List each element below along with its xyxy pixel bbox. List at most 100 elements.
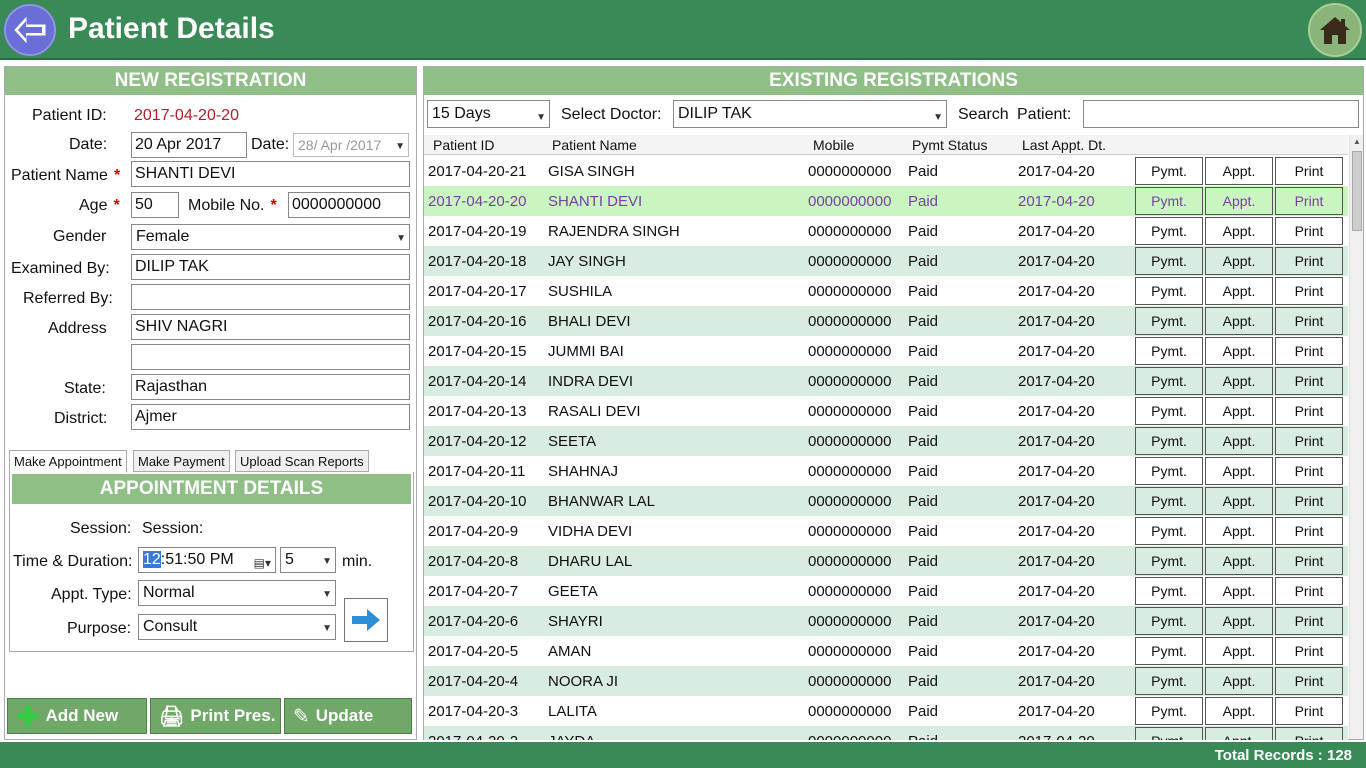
update-button[interactable]: ✎ Update xyxy=(284,698,412,734)
appt-button[interactable]: Appt. xyxy=(1205,217,1273,245)
appt-button[interactable]: Appt. xyxy=(1205,547,1273,575)
referred-by-field[interactable] xyxy=(131,284,410,310)
pymt-button[interactable]: Pymt. xyxy=(1135,397,1203,425)
appt-button[interactable]: Appt. xyxy=(1205,157,1273,185)
table-row[interactable]: 2017-04-20-7 GEETA 0000000000 Paid 2017-04-2… xyxy=(424,576,1348,606)
table-row[interactable]: 2017-04-20-19 RAJENDRA SINGH 0000000000 Pai… xyxy=(424,216,1348,246)
pymt-button[interactable]: Pymt. xyxy=(1135,607,1203,635)
print-button[interactable]: Print xyxy=(1275,337,1343,365)
table-row[interactable]: 2017-04-20-6 SHAYRI 0000000000 Paid 2017-04-… xyxy=(424,606,1348,636)
print-button[interactable]: Print xyxy=(1275,727,1343,740)
gender-select[interactable]: Female ▼ xyxy=(131,224,410,250)
print-button[interactable]: Print xyxy=(1275,577,1343,605)
table-row[interactable]: 2017-04-20-11 SHAHNAJ 0000000000 Paid 2017-0… xyxy=(424,456,1348,486)
pymt-button[interactable]: Pymt. xyxy=(1135,457,1203,485)
back-button[interactable] xyxy=(4,4,56,56)
table-row[interactable]: 2017-04-20-18 JAY SINGH 0000000000 Paid 2017… xyxy=(424,246,1348,276)
table-row[interactable]: 2017-04-20-12 SEETA 0000000000 Paid 2017-04-… xyxy=(424,426,1348,456)
pymt-button[interactable]: Pymt. xyxy=(1135,547,1203,575)
appt-button[interactable]: Appt. xyxy=(1205,307,1273,335)
pymt-button[interactable]: Pymt. xyxy=(1135,187,1203,215)
appt-button[interactable]: Appt. xyxy=(1205,607,1273,635)
appt-button[interactable]: Appt. xyxy=(1205,697,1273,725)
pymt-button[interactable]: Pymt. xyxy=(1135,247,1203,275)
table-row[interactable]: 2017-04-20-8 DHARU LAL 0000000000 Paid 2017-… xyxy=(424,546,1348,576)
tab-upload-scan-reports[interactable]: Upload Scan Reports xyxy=(235,450,369,472)
appt-button[interactable]: Appt. xyxy=(1205,517,1273,545)
address-field[interactable]: SHIV NAGRI xyxy=(131,314,410,340)
state-field[interactable]: Rajasthan xyxy=(131,374,410,400)
age-field[interactable]: 50 xyxy=(131,192,179,218)
table-row[interactable]: 2017-04-20-16 BHALI DEVI 0000000000 Paid 201… xyxy=(424,306,1348,336)
date-field[interactable]: 20 Apr 2017 xyxy=(131,132,247,158)
table-row[interactable]: 2017-04-20-14 INDRA DEVI 0000000000 Paid 201… xyxy=(424,366,1348,396)
examined-by-field[interactable]: DILIP TAK xyxy=(131,254,410,280)
pymt-button[interactable]: Pymt. xyxy=(1135,307,1203,335)
district-field[interactable]: Ajmer xyxy=(131,404,410,430)
appt-button[interactable]: Appt. xyxy=(1205,337,1273,365)
print-button[interactable]: Print xyxy=(1275,397,1343,425)
table-row[interactable]: 2017-04-20-3 LALITA 0000000000 Paid 2017-04-… xyxy=(424,696,1348,726)
tab-make-payment[interactable]: Make Payment xyxy=(133,450,230,472)
print-button[interactable]: Print xyxy=(1275,517,1343,545)
print-prescription-button[interactable]: 🖨 Print Pres. xyxy=(150,698,281,734)
col-patient-id[interactable]: Patient ID xyxy=(433,137,494,153)
appt-button[interactable]: Appt. xyxy=(1205,247,1273,275)
appt-button[interactable]: Appt. xyxy=(1205,277,1273,305)
pymt-button[interactable]: Pymt. xyxy=(1135,337,1203,365)
table-row[interactable]: 2017-04-20-5 AMAN 0000000000 Paid 2017-04-20… xyxy=(424,636,1348,666)
pymt-button[interactable]: Pymt. xyxy=(1135,697,1203,725)
doctor-select[interactable]: DILIP TAK ▼ xyxy=(673,100,947,128)
pymt-button[interactable]: Pymt. xyxy=(1135,427,1203,455)
print-button[interactable]: Print xyxy=(1275,697,1343,725)
appt-button[interactable]: Appt. xyxy=(1205,727,1273,740)
table-row[interactable]: 2017-04-20-2 JAYDA 0000000000 Paid 2017-04-2… xyxy=(424,726,1348,740)
table-row[interactable]: 2017-04-20-13 RASALI DEVI 0000000000 Paid 20… xyxy=(424,396,1348,426)
appt-button[interactable]: Appt. xyxy=(1205,667,1273,695)
mobile-field[interactable]: 0000000000 xyxy=(288,192,410,218)
print-button[interactable]: Print xyxy=(1275,487,1343,515)
appt-button[interactable]: Appt. xyxy=(1205,457,1273,485)
appt-button[interactable]: Appt. xyxy=(1205,367,1273,395)
col-patient-name[interactable]: Patient Name xyxy=(552,137,637,153)
pymt-button[interactable]: Pymt. xyxy=(1135,727,1203,740)
date2-picker[interactable]: 28/ Apr /2017 ▼ xyxy=(293,133,409,157)
print-button[interactable]: Print xyxy=(1275,187,1343,215)
table-row[interactable]: 2017-04-20-4 NOORA JI 0000000000 Paid 2017-0… xyxy=(424,666,1348,696)
col-mobile[interactable]: Mobile xyxy=(813,137,854,153)
appt-button[interactable]: Appt. xyxy=(1205,427,1273,455)
table-row[interactable]: 2017-04-20-9 VIDHA DEVI 0000000000 Paid 2017… xyxy=(424,516,1348,546)
patient-name-field[interactable]: SHANTI DEVI xyxy=(131,161,410,187)
pymt-button[interactable]: Pymt. xyxy=(1135,667,1203,695)
print-button[interactable]: Print xyxy=(1275,247,1343,275)
scrollbar-thumb[interactable] xyxy=(1352,151,1362,231)
pymt-button[interactable]: Pymt. xyxy=(1135,517,1203,545)
time-picker[interactable]: 12:51:50 PM ▤▾ xyxy=(138,547,276,573)
appt-button[interactable]: Appt. xyxy=(1205,397,1273,425)
duration-select[interactable]: 5 ▼ xyxy=(280,547,336,573)
print-button[interactable]: Print xyxy=(1275,217,1343,245)
search-patient-input[interactable] xyxy=(1083,100,1359,128)
pymt-button[interactable]: Pymt. xyxy=(1135,577,1203,605)
pymt-button[interactable]: Pymt. xyxy=(1135,277,1203,305)
days-filter-select[interactable]: 15 Days ▼ xyxy=(427,100,550,128)
appt-button[interactable]: Appt. xyxy=(1205,187,1273,215)
scroll-up-icon[interactable]: ▲ xyxy=(1353,137,1361,146)
pymt-button[interactable]: Pymt. xyxy=(1135,487,1203,515)
home-button[interactable] xyxy=(1308,3,1362,57)
pymt-button[interactable]: Pymt. xyxy=(1135,637,1203,665)
add-new-button[interactable]: ✚ Add New xyxy=(7,698,147,734)
col-pymt-status[interactable]: Pymt Status xyxy=(912,137,987,153)
table-row[interactable]: 2017-04-20-17 SUSHILA 0000000000 Paid 2017-0… xyxy=(424,276,1348,306)
print-button[interactable]: Print xyxy=(1275,547,1343,575)
print-button[interactable]: Print xyxy=(1275,637,1343,665)
appt-button[interactable]: Appt. xyxy=(1205,487,1273,515)
table-row[interactable]: 2017-04-20-21 GISA SINGH 0000000000 Paid 201… xyxy=(424,156,1348,186)
purpose-select[interactable]: Consult ▼ xyxy=(138,614,336,640)
grid-scrollbar[interactable]: ▲ xyxy=(1349,135,1363,739)
appt-button[interactable]: Appt. xyxy=(1205,637,1273,665)
print-button[interactable]: Print xyxy=(1275,307,1343,335)
table-row[interactable]: 2017-04-20-10 BHANWAR LAL 0000000000 Paid 20… xyxy=(424,486,1348,516)
pymt-button[interactable]: Pymt. xyxy=(1135,367,1203,395)
print-button[interactable]: Print xyxy=(1275,277,1343,305)
